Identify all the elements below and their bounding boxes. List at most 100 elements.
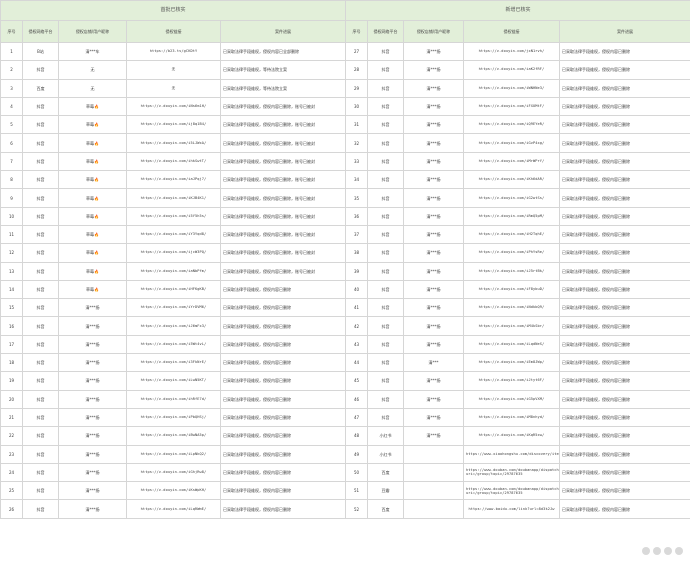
link-cell[interactable]: https://v.douyin.com/iG5pVXM/: [463, 389, 560, 409]
link-cell[interactable]: https://v.douyin.com/iaJPqj7/: [126, 170, 221, 190]
row-number: 6: [0, 133, 23, 153]
link-cell[interactable]: 无: [126, 60, 221, 80]
link-cell[interactable]: https://v.douyin.com/iMrWPrY/: [463, 151, 560, 172]
link-cell[interactable]: https://v.douyin.com/iLqdNeS/: [463, 334, 560, 355]
link-cell[interactable]: https://v.douyin.com/iQ9EYeR/: [463, 115, 560, 135]
link-cell[interactable]: https://v.douyin.com/iH2TqhE/: [463, 224, 560, 245]
link-cell[interactable]: https://v.douyin.com/i5LJWxA/: [126, 133, 221, 153]
link-cell[interactable]: https://v.douyin.com/iLqRWmE/: [126, 499, 221, 519]
page-dot[interactable]: [653, 547, 661, 555]
platform-cell: 抖音: [367, 353, 404, 373]
link-cell[interactable]: https://v.douyin.com/iYrDVM6/: [126, 298, 221, 318]
table-row: 12 抖音 草莓🔥 https://v.douyin.com/ijcW3PQ/已采取法…: [0, 243, 346, 263]
link-cell[interactable]: https://v.douyin.com/iPbQHSj/: [126, 407, 221, 428]
table-row: 38 抖音 清***扬 https://v.douyin.com/iPhYsRe/已采…: [345, 243, 690, 263]
link-cell[interactable]: https://v.douyin.com/iKqR5xw/: [463, 426, 560, 446]
page-dot[interactable]: [664, 547, 672, 555]
link-cell[interactable]: https://v.douyin.com/ihRfE7d/: [126, 389, 221, 409]
page-dot[interactable]: [642, 547, 650, 555]
link-cell[interactable]: https://v.douyin.com/iJtyt6F/: [463, 371, 560, 391]
platform-cell: 抖音: [367, 206, 404, 226]
progress-cell: 已采取法律手段维权，侵权内容已删除: [559, 444, 690, 464]
progress-cell: 已采取法律手段维权，侵权内容已删除: [220, 316, 346, 336]
link-cell[interactable]: 无: [126, 78, 221, 98]
link-cell[interactable]: https://v.douyin.com/iLpNkQ2/: [126, 444, 221, 464]
link-cell[interactable]: https://v.douyin.com/iLwN5KT/: [126, 371, 221, 391]
link-cell[interactable]: https://v.douyin.com/iKsWpKH/: [126, 481, 221, 501]
link-cell[interactable]: https://v.douyin.com/iGvP4xg/: [463, 133, 560, 153]
account-cell: 草莓🔥: [58, 224, 127, 245]
link-cell[interactable]: https://v.douyin.com/iM8nhyd/: [463, 407, 560, 428]
table-row: 52 百度 https://www.baidu.com/link?url=8d3k2…: [345, 499, 690, 519]
link-cell[interactable]: https://v.douyin.com/iRmQ5pM/: [463, 206, 560, 226]
column-header: 侵权网络平台: [22, 20, 59, 43]
platform-cell: 抖音: [22, 96, 59, 117]
link-cell[interactable]: https://v.douyin.com/iY3Yqd8/: [126, 224, 221, 245]
link-cell[interactable]: https://www.douban.com/doubanapp/dispatc…: [463, 481, 560, 501]
account-cell: 清***扬: [58, 499, 127, 519]
account-cell: 清***扬: [403, 316, 464, 336]
pagination-dots[interactable]: [642, 547, 683, 555]
account-cell: [403, 499, 464, 519]
table-row: 18 抖音 清***扬 https://v.douyin.com/i3FkNrE/已采…: [0, 353, 346, 373]
progress-cell: 已采取法律手段维权，侵权内容已删除: [559, 298, 690, 318]
link-cell[interactable]: https://v.douyin.com/ijcW3PQ/: [126, 243, 221, 263]
account-cell: 清***扬: [403, 115, 464, 135]
link-cell[interactable]: https://v.douyin.com/ihkSwtT/: [126, 151, 221, 172]
link-cell[interactable]: https://v.douyin.com/iJ5rtBk/: [463, 261, 560, 281]
row-number: 38: [345, 243, 368, 263]
platform-cell: 抖音: [22, 389, 59, 409]
table-row: 3 百度无无已采取法律手段维权，等待法院立案: [0, 78, 346, 98]
row-number: 41: [345, 298, 368, 318]
platform-cell: 抖音: [22, 261, 59, 281]
platform-cell: 抖音: [367, 115, 404, 135]
progress-cell: 已采取法律手段维权，侵权内容已删除: [220, 279, 346, 300]
link-cell[interactable]: https://v.douyin.com/iGhjRw8/: [126, 462, 221, 483]
table-row: 31 抖音 清***扬 https://v.douyin.com/iQ9EYeR/已采…: [345, 115, 690, 135]
link-cell[interactable]: https://v.douyin.com/iBwNA5p/: [126, 426, 221, 446]
progress-cell: 已采取法律手段维权，侵权内容已删除: [559, 389, 690, 409]
link-cell[interactable]: https://v.douyin.com/iNdkbQ9/: [463, 298, 560, 318]
link-cell[interactable]: https://v.douyin.com/iKh6dAR/: [463, 170, 560, 190]
platform-cell: 抖音: [22, 353, 59, 373]
row-number: 9: [0, 188, 23, 208]
link-cell[interactable]: https://v.douyin.com/i5Wt4vL/: [126, 334, 221, 355]
link-cell[interactable]: https://v.douyin.com/i3FkNrE/: [126, 353, 221, 373]
progress-cell: 已采取法律手段维权，侵权内容已删除: [559, 96, 690, 117]
link-cell[interactable]: https://v.douyin.com/iaK2fRF/: [463, 60, 560, 80]
link-cell[interactable]: https://v.douyin.com/iM4kSbr/: [463, 316, 560, 336]
link-cell[interactable]: https://v.douyin.com/iF8ybuD/: [463, 279, 560, 300]
platform-cell: 抖音: [22, 170, 59, 190]
account-cell: 清***扬: [403, 371, 464, 391]
account-cell: 清***扬: [403, 407, 464, 428]
link-cell[interactable]: https://v.douyin.com/iNs6m1H/: [126, 96, 221, 117]
row-number: 5: [0, 115, 23, 135]
link-cell[interactable]: https://v.douyin.com/ij8q1B4/: [126, 115, 221, 135]
link-cell[interactable]: https://v.douyin.com/jxN1rvh/: [463, 41, 560, 62]
account-cell: [403, 444, 464, 464]
page-dot[interactable]: [675, 547, 683, 555]
link-cell[interactable]: https://v.douyin.com/iWNHNe3/: [463, 78, 560, 98]
link-cell[interactable]: https://v.douyin.com/iJ6mFx3/: [126, 316, 221, 336]
link-cell[interactable]: https://v.douyin.com/iFXUMtF/: [463, 96, 560, 117]
link-cell[interactable]: https://v.douyin.com/iKJB4K1/: [126, 188, 221, 208]
link-cell[interactable]: https://v.douyin.com/iG2wtSs/: [463, 188, 560, 208]
link-cell[interactable]: https://v.douyin.com/i5Y5h5s/: [126, 206, 221, 226]
progress-cell: 已采取法律手段维权，侵权内容已删除: [220, 481, 346, 501]
platform-cell: 抖音: [367, 170, 404, 190]
link-cell[interactable]: https://v.douyin.com/iPhYsRe/: [463, 243, 560, 263]
table-row: 13 抖音 草莓🔥 https://v.douyin.com/iaNbPfm/已采取法…: [0, 261, 346, 281]
link-cell[interactable]: https://b23.tv/gCKDtY: [126, 41, 221, 62]
table-title-row: 新增已核实: [345, 0, 690, 21]
platform-cell: 抖音: [22, 481, 59, 501]
link-cell[interactable]: https://v.douyin.com/iHFKgKB/: [126, 279, 221, 300]
link-cell[interactable]: https://v.douyin.com/iEm8JWp/: [463, 353, 560, 373]
link-cell[interactable]: https://www.xiaohongshu.com/discovery/it…: [463, 444, 560, 464]
platform-cell: 抖音: [22, 462, 59, 483]
link-cell[interactable]: https://www.douban.com/doubanapp/dispatc…: [463, 462, 560, 483]
link-cell[interactable]: https://www.baidu.com/link?url=8d3k2Jw: [463, 499, 560, 519]
account-cell: 草莓🔥: [58, 206, 127, 226]
platform-cell: 抖音: [22, 407, 59, 428]
link-cell[interactable]: https://v.douyin.com/iaNbPfm/: [126, 261, 221, 281]
account-cell: 清***扬: [403, 78, 464, 98]
